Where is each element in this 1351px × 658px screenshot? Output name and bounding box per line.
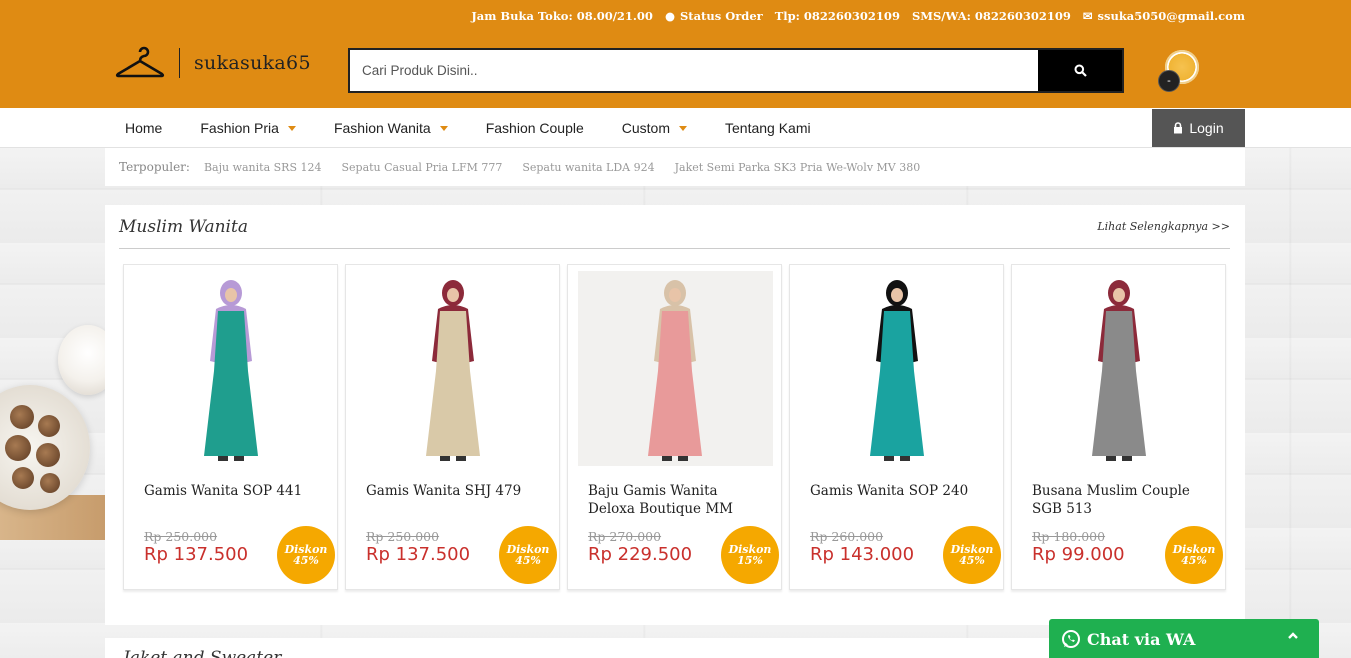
whatsapp-chat-button[interactable]: Chat via WA — [1049, 619, 1319, 658]
discount-badge: Diskon 45% — [277, 526, 335, 584]
search-input[interactable] — [350, 50, 1038, 91]
popular-label: Terpopuler: — [119, 160, 190, 174]
product-image[interactable] — [134, 271, 329, 466]
status-order-link[interactable]: ● Status Order — [665, 9, 763, 23]
logo-text: sukasuka65 — [194, 52, 311, 74]
nav-home[interactable]: Home — [106, 108, 181, 148]
popular-link[interactable]: Baju wanita SRS 124 — [204, 161, 322, 174]
map-marker-icon: ● — [664, 9, 675, 23]
main-nav: Home Fashion Pria Fashion Wanita Fashion… — [0, 108, 1351, 148]
product-name[interactable]: Gamis Wanita SOP 441 — [144, 482, 324, 500]
site-header: Jam Buka Toko: 08.00/21.00 ● Status Order… — [0, 0, 1351, 108]
product-name[interactable]: Busana Muslim Couple SGB 513 — [1032, 482, 1212, 518]
whatsapp-icon — [1062, 630, 1080, 648]
product-card[interactable]: Baju Gamis Wanita Deloxa Boutique MM Rp … — [567, 264, 782, 590]
section-header: Muslim Wanita Lihat Selengkapnya >> — [119, 205, 1230, 249]
product-price: Rp 99.000 — [1032, 544, 1125, 565]
product-image[interactable] — [800, 271, 995, 466]
lock-icon — [1174, 122, 1183, 134]
product-image[interactable] — [1022, 271, 1217, 466]
product-price: Rp 229.500 — [588, 544, 693, 565]
popular-link[interactable]: Sepatu Casual Pria LFM 777 — [341, 161, 502, 174]
product-price: Rp 137.500 — [366, 544, 471, 565]
store-hours: Jam Buka Toko: 08.00/21.00 — [471, 9, 653, 23]
envelope-icon: ✉ — [1082, 9, 1093, 23]
product-old-price: Rp 250.000 — [144, 529, 218, 544]
popular-link[interactable]: Jaket Semi Parka SK3 Pria We-Wolv MV 380 — [675, 161, 921, 174]
discount-badge: Diskon 45% — [1165, 526, 1223, 584]
email-link[interactable]: ✉ ssuka5050@gmail.com — [1083, 9, 1245, 23]
product-price: Rp 137.500 — [144, 544, 249, 565]
product-old-price: Rp 250.000 — [366, 529, 440, 544]
product-old-price: Rp 270.000 — [588, 529, 662, 544]
product-card[interactable]: Busana Muslim Couple SGB 513 Rp 180.000 … — [1011, 264, 1226, 590]
product-old-price: Rp 180.000 — [1032, 529, 1106, 544]
sms-wa-text: SMS/WA: 082260302109 — [911, 9, 1071, 23]
nav-fashion-wanita[interactable]: Fashion Wanita — [315, 108, 467, 148]
product-old-price: Rp 260.000 — [810, 529, 884, 544]
product-list: Gamis Wanita SOP 441 Rp 250.000 Rp 137.5… — [123, 264, 1226, 590]
nav-fashion-pria[interactable]: Fashion Pria — [181, 108, 315, 148]
caret-down-icon — [439, 125, 448, 131]
discount-badge: Diskon 45% — [499, 526, 557, 584]
popular-bar: Terpopuler: Baju wanita SRS 124 Sepatu C… — [105, 148, 1245, 186]
top-info-bar: Jam Buka Toko: 08.00/21.00 ● Status Order… — [471, 8, 1245, 24]
nav-fashion-couple[interactable]: Fashion Couple — [467, 108, 603, 148]
search-button[interactable] — [1038, 50, 1122, 91]
search-bar — [348, 48, 1124, 93]
product-price: Rp 143.000 — [810, 544, 915, 565]
caret-down-icon — [679, 125, 687, 131]
product-name[interactable]: Gamis Wanita SOP 240 — [810, 482, 990, 500]
section-title: Muslim Wanita — [119, 216, 248, 237]
product-name[interactable]: Gamis Wanita SHJ 479 — [366, 482, 546, 500]
hanger-icon — [115, 46, 165, 78]
nav-tentang-kami[interactable]: Tentang Kami — [706, 108, 830, 148]
discount-badge: Diskon 45% — [943, 526, 1001, 584]
phone-text: Tlp: 082260302109 — [774, 9, 900, 23]
product-image[interactable] — [578, 271, 773, 466]
product-name[interactable]: Baju Gamis Wanita Deloxa Boutique MM — [588, 482, 768, 518]
search-icon — [1074, 64, 1087, 77]
section-title: Jaket and Sweater — [123, 648, 282, 658]
nav-custom[interactable]: Custom — [603, 108, 706, 148]
see-more-link[interactable]: Lihat Selengkapnya >> — [1097, 220, 1230, 233]
popular-link[interactable]: Sepatu wanita LDA 924 — [522, 161, 654, 174]
product-card[interactable]: Gamis Wanita SOP 441 Rp 250.000 Rp 137.5… — [123, 264, 338, 590]
site-logo[interactable]: sukasuka65 — [115, 46, 311, 80]
product-section-muslim-wanita: Muslim Wanita Lihat Selengkapnya >> Gami… — [105, 205, 1245, 625]
product-card[interactable]: Gamis Wanita SOP 240 Rp 260.000 Rp 143.0… — [789, 264, 1004, 590]
chevron-up-icon — [1288, 632, 1298, 639]
discount-badge: Diskon 15% — [721, 526, 779, 584]
caret-down-icon — [287, 125, 296, 131]
cart-count-badge: - — [1158, 70, 1180, 92]
product-image[interactable] — [356, 271, 551, 466]
login-button[interactable]: Login — [1152, 109, 1245, 147]
product-card[interactable]: Gamis Wanita SHJ 479 Rp 250.000 Rp 137.5… — [345, 264, 560, 590]
logo-divider — [179, 48, 180, 78]
